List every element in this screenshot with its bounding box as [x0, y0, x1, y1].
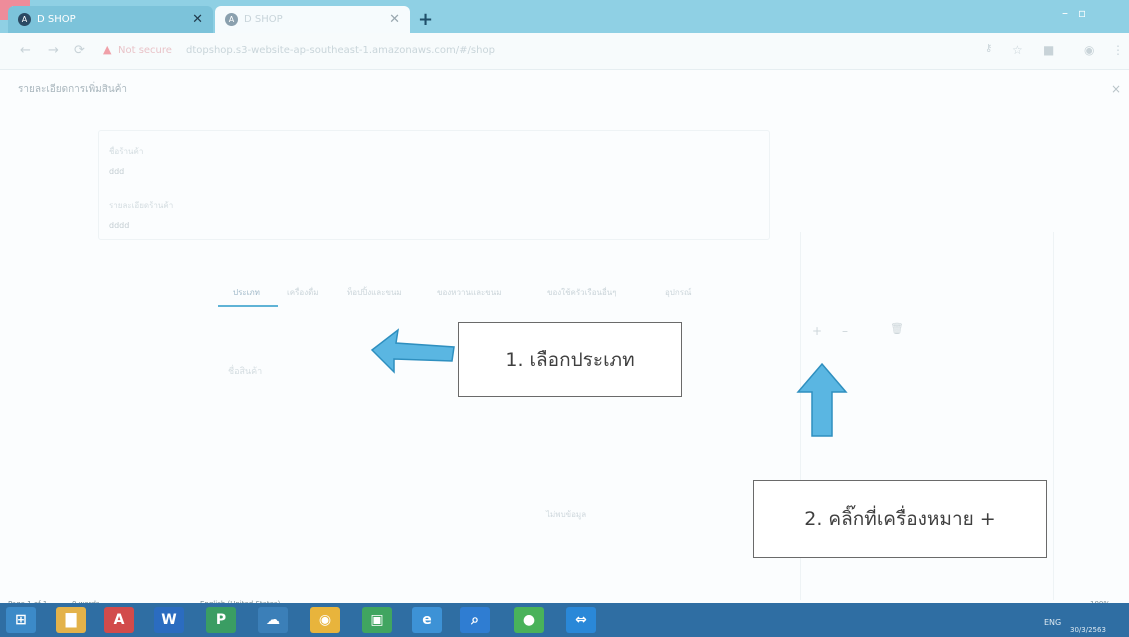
reload-icon[interactable]: ⟳ [74, 43, 85, 58]
extension-icon[interactable]: ■ [1043, 43, 1054, 57]
empty-state: ไม่พบข้อมูล [546, 510, 587, 519]
address-bar-row: ← → ⟳ ▲ Not secure dtopshop.s3-website-a… [0, 33, 1129, 70]
edge-icon[interactable]: e [412, 607, 442, 633]
teamviewer-icon[interactable]: ⇔ [566, 607, 596, 633]
instruction-callout-1: 1. เลือกประเภท [458, 322, 682, 397]
chrome-icon[interactable]: ◉ [310, 607, 340, 633]
store-icon[interactable]: ▣ [362, 607, 392, 633]
tab-close-icon[interactable]: ✕ [192, 12, 203, 27]
tab-drinks[interactable]: เครื่องดื่ม [287, 286, 319, 299]
instruction-callout-2: 2. คลิ๊กที่เครื่องหมาย + [753, 480, 1047, 558]
warning-icon: ▲ [103, 43, 112, 56]
shop-form: ชื่อร้านค้า ddd รายละเอียดร้านค้า dddd [98, 130, 770, 240]
delete-icon[interactable]: 🗑 [890, 322, 904, 335]
tab-title: D SHOP [37, 14, 76, 25]
back-icon[interactable]: ← [20, 43, 31, 58]
tab-title: D SHOP [244, 14, 283, 25]
tab-household[interactable]: ของใช้ครัวเรือนอื่นๆ [547, 286, 617, 299]
forward-icon[interactable]: → [48, 43, 59, 58]
search-icon[interactable]: ⌕ [460, 607, 490, 633]
close-icon[interactable]: × [1111, 82, 1121, 96]
line-icon[interactable]: ● [514, 607, 544, 633]
key-icon[interactable]: ⚷ [985, 43, 992, 54]
tab-category[interactable]: ประเภท [233, 286, 260, 299]
maximize-button[interactable]: ▫ [1078, 6, 1086, 20]
clock-date[interactable]: 30/3/2563 [1070, 626, 1106, 634]
menu-icon[interactable]: ⋮ [1112, 43, 1124, 57]
cloud-icon[interactable]: ☁ [258, 607, 288, 633]
left-arrow-icon [370, 328, 455, 374]
category-tabs: ประเภท เครื่องดื่ม ท็อปปิ้งและขนม ของหวา… [225, 286, 725, 310]
shop-name-field[interactable]: ddd [109, 167, 124, 176]
tab-close-icon[interactable]: ✕ [389, 12, 400, 27]
tab-equipment[interactable]: อุปกรณ์ [665, 286, 691, 299]
active-tab-indicator [218, 305, 278, 307]
not-secure-label[interactable]: Not secure [118, 45, 172, 56]
new-tab-button[interactable]: + [418, 9, 433, 30]
remove-button[interactable]: – [842, 324, 848, 338]
language-indicator[interactable]: ENG [1044, 618, 1061, 627]
project-icon[interactable]: P [206, 607, 236, 633]
file-explorer-icon[interactable]: ▇ [56, 607, 86, 633]
page-title: รายละเอียดการเพิ่มสินค้า [18, 84, 128, 95]
add-button[interactable]: + [812, 324, 822, 338]
browser-tab[interactable]: A D SHOP ✕ [8, 6, 213, 33]
browser-tab-active[interactable]: A D SHOP ✕ [215, 6, 410, 33]
field-label: รายละเอียดร้านค้า [109, 201, 174, 210]
tab-toppings[interactable]: ท็อปปิ้งและขนม [347, 286, 402, 299]
minimize-button[interactable]: – [1062, 6, 1068, 20]
list-header: ชื่อสินค้า [228, 367, 263, 377]
acrobat-icon[interactable]: A [104, 607, 134, 633]
star-icon[interactable]: ☆ [1012, 43, 1023, 57]
windows-start-icon[interactable]: ⊞ [6, 607, 36, 633]
tab-desserts[interactable]: ของหวานและขนม [437, 286, 501, 299]
account-icon[interactable]: ◉ [1084, 43, 1094, 57]
angular-favicon-icon: A [225, 13, 238, 26]
word-icon[interactable]: W [154, 607, 184, 633]
url-text[interactable]: dtopshop.s3-website-ap-southeast-1.amazo… [186, 45, 495, 56]
angular-favicon-icon: A [18, 13, 31, 26]
up-arrow-icon [796, 362, 848, 437]
browser-tab-strip: A D SHOP ✕ A D SHOP ✕ + – ▫ ✕ [0, 0, 1129, 33]
field-label: ชื่อร้านค้า [109, 147, 144, 156]
shop-description-field[interactable]: dddd [109, 221, 129, 230]
